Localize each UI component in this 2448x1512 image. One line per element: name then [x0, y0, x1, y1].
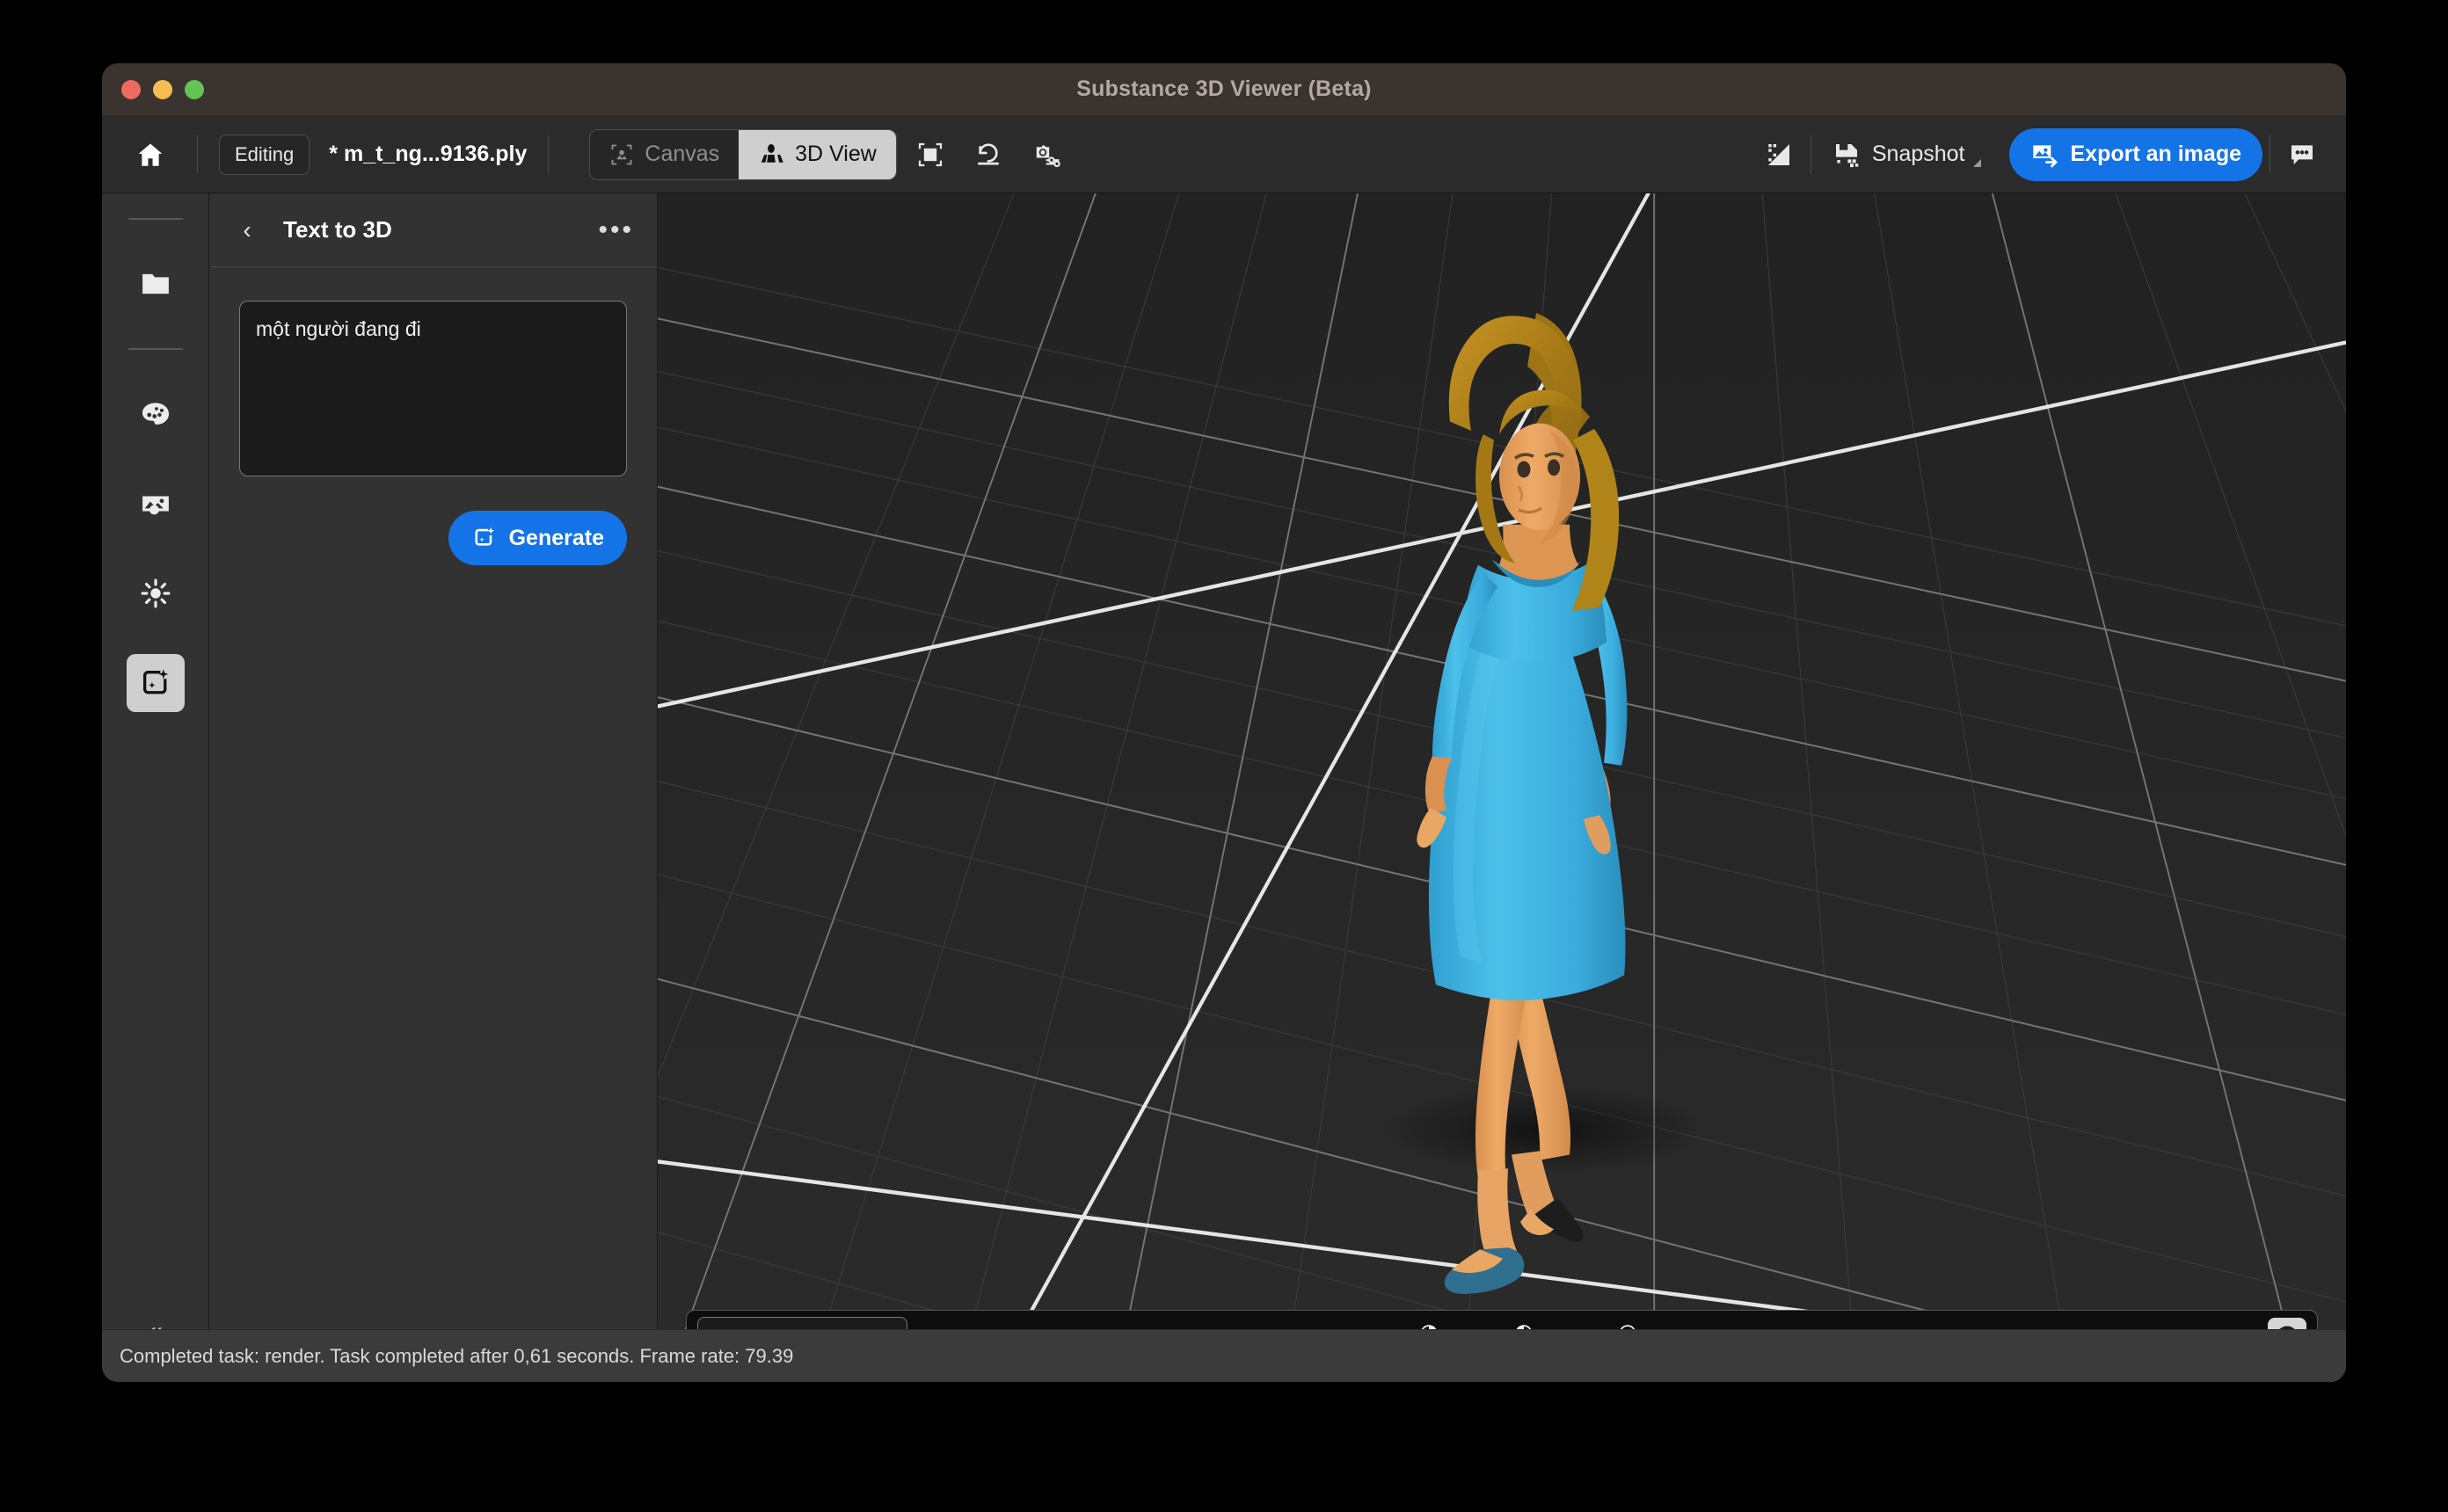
ai-generate-icon	[139, 666, 172, 700]
lighting-sun-icon	[139, 577, 172, 610]
feedback-button[interactable]	[2277, 130, 2327, 179]
left-icon-rail: «	[102, 193, 209, 1382]
sidebar-item-files[interactable]	[127, 255, 185, 313]
frame-selection-button[interactable]	[906, 130, 955, 179]
tab-canvas-label: Canvas	[645, 142, 720, 166]
render-settings-button[interactable]	[1754, 130, 1803, 179]
toolbar-mid-group: Canvas 3D View	[566, 128, 1071, 180]
rail-divider-mid	[128, 348, 183, 350]
sidebar-item-materials[interactable]	[127, 385, 185, 443]
tab-canvas[interactable]: Canvas	[590, 130, 739, 179]
window-titlebar: Substance 3D Viewer (Beta)	[102, 63, 2346, 116]
status-message: Completed task: render. Task completed a…	[120, 1344, 794, 1367]
main-body: « ‹ Text to 3D •••	[102, 193, 2346, 1382]
sidebar-item-generative[interactable]	[126, 654, 185, 712]
reset-view-button[interactable]	[964, 130, 1013, 179]
camera-settings-icon	[1032, 141, 1060, 169]
generate-sparkle-icon	[471, 525, 498, 551]
frame-selection-icon	[916, 141, 944, 169]
chevron-down-icon[interactable]	[1972, 158, 1981, 167]
snapshot-icon	[1832, 141, 1861, 169]
app-window: Substance 3D Viewer (Beta) Editing * m_t…	[102, 63, 2346, 1382]
toolbar-divider	[197, 134, 198, 174]
maximize-window-button[interactable]	[185, 79, 204, 99]
home-button[interactable]	[123, 130, 178, 179]
toolbar-right-group: Snapshot Export an image	[1754, 127, 2327, 181]
camera-settings-button[interactable]	[1022, 130, 1071, 179]
reset-view-icon	[974, 141, 1002, 169]
toolbar-divider	[548, 134, 550, 174]
panel-back-button[interactable]: ‹	[229, 212, 266, 249]
feedback-chat-icon	[2288, 141, 2316, 169]
three-d-view-icon	[758, 142, 784, 168]
snapshot-label: Snapshot	[1871, 142, 1965, 166]
top-toolbar: Editing * m_t_ng...9136.ply Canvas 3D Vi…	[102, 116, 2346, 193]
snapshot-button[interactable]: Snapshot	[1818, 130, 1995, 179]
render-settings-icon	[1765, 141, 1793, 169]
view-tab-group: Canvas 3D View	[589, 128, 897, 180]
sidebar-item-environment[interactable]	[127, 475, 185, 533]
generate-button[interactable]: Generate	[448, 511, 627, 565]
panel-more-button[interactable]: •••	[593, 214, 639, 247]
3d-scene	[658, 193, 2346, 1382]
export-image-button[interactable]: Export an image	[2008, 127, 2262, 181]
home-icon	[135, 140, 165, 170]
rail-divider-top	[128, 218, 183, 220]
export-image-label: Export an image	[2070, 142, 2242, 166]
editing-mode-chip[interactable]: Editing	[219, 134, 310, 175]
close-window-button[interactable]	[121, 79, 141, 99]
text-to-3d-panel: ‹ Text to 3D ••• Gener	[209, 193, 658, 1382]
panel-header: ‹ Text to 3D •••	[209, 193, 657, 267]
window-title: Substance 3D Viewer (Beta)	[1076, 76, 1372, 101]
toolbar-left-group: Editing * m_t_ng...9136.ply	[102, 130, 550, 179]
sidebar-item-lighting[interactable]	[127, 564, 185, 622]
generate-row: Generate	[239, 511, 627, 565]
environment-image-icon	[139, 487, 172, 520]
tab-3d-view[interactable]: 3D View	[739, 129, 896, 179]
materials-palette-icon	[139, 397, 172, 431]
prompt-input[interactable]	[239, 301, 627, 476]
toolbar-divider	[1810, 134, 1811, 174]
export-image-icon	[2030, 141, 2058, 169]
panel-title: Text to 3D	[283, 216, 392, 243]
files-icon	[139, 267, 172, 301]
panel-body: Generate	[209, 267, 657, 599]
document-name: * m_t_ng...9136.ply	[329, 142, 528, 166]
status-bar: Completed task: render. Task completed a…	[102, 1329, 2346, 1382]
3d-viewport[interactable]: Mouse - 3 button Orbit	[658, 193, 2346, 1382]
generate-label: Generate	[508, 525, 604, 550]
canvas-icon	[609, 142, 634, 167]
minimize-window-button[interactable]	[153, 79, 172, 99]
traffic-lights	[121, 79, 204, 99]
tab-3d-view-label: 3D View	[795, 142, 877, 166]
